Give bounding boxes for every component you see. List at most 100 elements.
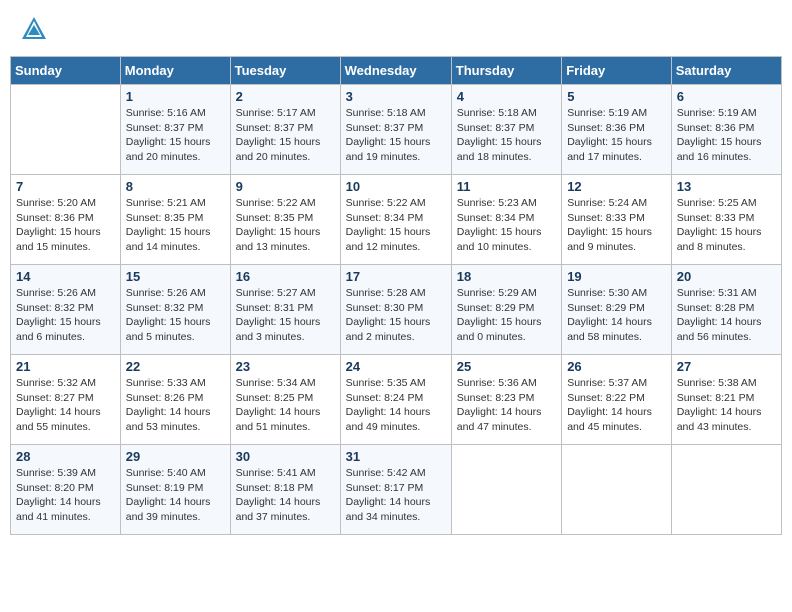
calendar-cell: 13Sunrise: 5:25 AM Sunset: 8:33 PM Dayli… bbox=[671, 175, 781, 265]
calendar-cell: 23 Sunrise: 5:34 AM Sunset: 8:25 PM Dayli… bbox=[230, 355, 340, 445]
day-info: Sunrise: 5:26 AM Sunset: 8:32 PM Dayligh… bbox=[126, 286, 225, 345]
calendar-week-row: 28Sunrise: 5:39 AM Sunset: 8:20 PM Dayli… bbox=[11, 445, 782, 535]
day-number: 30 bbox=[236, 449, 335, 464]
day-info: Sunrise: 5:40 AM Sunset: 8:19 PM Dayligh… bbox=[126, 466, 225, 525]
calendar-cell: 28Sunrise: 5:39 AM Sunset: 8:20 PM Dayli… bbox=[11, 445, 121, 535]
day-number: 3 bbox=[346, 89, 446, 104]
calendar-cell: 4 Sunrise: 5:18 AM Sunset: 8:37 PM Daylig… bbox=[451, 85, 561, 175]
calendar-cell: 11 Sunrise: 5:23 AM Sunset: 8:34 PM Dayli… bbox=[451, 175, 561, 265]
weekday-header-row: SundayMondayTuesdayWednesdayThursdayFrid… bbox=[11, 57, 782, 85]
calendar-cell: 17 Sunrise: 5:28 AM Sunset: 8:30 PM Dayli… bbox=[340, 265, 451, 355]
day-number: 4 bbox=[457, 89, 556, 104]
calendar-week-row: 1 Sunrise: 5:16 AM Sunset: 8:37 PM Daylig… bbox=[11, 85, 782, 175]
day-info: Sunrise: 5:19 AM Sunset: 8:36 PM Dayligh… bbox=[677, 106, 776, 165]
day-info: Sunrise: 5:37 AM Sunset: 8:22 PM Dayligh… bbox=[567, 376, 666, 435]
day-number: 18 bbox=[457, 269, 556, 284]
calendar-cell: 15Sunrise: 5:26 AM Sunset: 8:32 PM Dayli… bbox=[120, 265, 230, 355]
calendar-cell: 1 Sunrise: 5:16 AM Sunset: 8:37 PM Daylig… bbox=[120, 85, 230, 175]
day-info: Sunrise: 5:35 AM Sunset: 8:24 PM Dayligh… bbox=[346, 376, 446, 435]
day-number: 24 bbox=[346, 359, 446, 374]
calendar-week-row: 7 Sunrise: 5:20 AM Sunset: 8:36 PM Daylig… bbox=[11, 175, 782, 265]
day-number: 22 bbox=[126, 359, 225, 374]
day-number: 11 bbox=[457, 179, 556, 194]
weekday-header: Tuesday bbox=[230, 57, 340, 85]
calendar-cell bbox=[11, 85, 121, 175]
day-number: 9 bbox=[236, 179, 335, 194]
day-info: Sunrise: 5:22 AM Sunset: 8:35 PM Dayligh… bbox=[236, 196, 335, 255]
logo-icon bbox=[20, 15, 48, 43]
calendar-cell: 9 Sunrise: 5:22 AM Sunset: 8:35 PM Daylig… bbox=[230, 175, 340, 265]
day-number: 7 bbox=[16, 179, 115, 194]
calendar-cell: 12Sunrise: 5:24 AM Sunset: 8:33 PM Dayli… bbox=[562, 175, 672, 265]
calendar-cell bbox=[671, 445, 781, 535]
logo bbox=[20, 15, 52, 43]
calendar-cell: 26 Sunrise: 5:37 AM Sunset: 8:22 PM Dayli… bbox=[562, 355, 672, 445]
day-info: Sunrise: 5:33 AM Sunset: 8:26 PM Dayligh… bbox=[126, 376, 225, 435]
day-number: 23 bbox=[236, 359, 335, 374]
day-info: Sunrise: 5:19 AM Sunset: 8:36 PM Dayligh… bbox=[567, 106, 666, 165]
calendar-cell: 25Sunrise: 5:36 AM Sunset: 8:23 PM Dayli… bbox=[451, 355, 561, 445]
day-info: Sunrise: 5:18 AM Sunset: 8:37 PM Dayligh… bbox=[346, 106, 446, 165]
day-info: Sunrise: 5:21 AM Sunset: 8:35 PM Dayligh… bbox=[126, 196, 225, 255]
calendar-table: SundayMondayTuesdayWednesdayThursdayFrid… bbox=[10, 56, 782, 535]
calendar-cell: 27Sunrise: 5:38 AM Sunset: 8:21 PM Dayli… bbox=[671, 355, 781, 445]
day-info: Sunrise: 5:24 AM Sunset: 8:33 PM Dayligh… bbox=[567, 196, 666, 255]
day-number: 8 bbox=[126, 179, 225, 194]
day-number: 27 bbox=[677, 359, 776, 374]
calendar-cell: 24 Sunrise: 5:35 AM Sunset: 8:24 PM Dayli… bbox=[340, 355, 451, 445]
day-number: 19 bbox=[567, 269, 666, 284]
day-info: Sunrise: 5:31 AM Sunset: 8:28 PM Dayligh… bbox=[677, 286, 776, 345]
weekday-header: Friday bbox=[562, 57, 672, 85]
day-info: Sunrise: 5:16 AM Sunset: 8:37 PM Dayligh… bbox=[126, 106, 225, 165]
day-info: Sunrise: 5:32 AM Sunset: 8:27 PM Dayligh… bbox=[16, 376, 115, 435]
calendar-cell: 31 Sunrise: 5:42 AM Sunset: 8:17 PM Dayli… bbox=[340, 445, 451, 535]
calendar-week-row: 21 Sunrise: 5:32 AM Sunset: 8:27 PM Dayli… bbox=[11, 355, 782, 445]
calendar-cell: 10Sunrise: 5:22 AM Sunset: 8:34 PM Dayli… bbox=[340, 175, 451, 265]
calendar-cell: 22 Sunrise: 5:33 AM Sunset: 8:26 PM Dayli… bbox=[120, 355, 230, 445]
calendar-cell: 6 Sunrise: 5:19 AM Sunset: 8:36 PM Daylig… bbox=[671, 85, 781, 175]
day-number: 20 bbox=[677, 269, 776, 284]
day-number: 1 bbox=[126, 89, 225, 104]
day-info: Sunrise: 5:17 AM Sunset: 8:37 PM Dayligh… bbox=[236, 106, 335, 165]
day-info: Sunrise: 5:27 AM Sunset: 8:31 PM Dayligh… bbox=[236, 286, 335, 345]
weekday-header: Saturday bbox=[671, 57, 781, 85]
day-number: 14 bbox=[16, 269, 115, 284]
weekday-header: Wednesday bbox=[340, 57, 451, 85]
day-number: 13 bbox=[677, 179, 776, 194]
day-info: Sunrise: 5:26 AM Sunset: 8:32 PM Dayligh… bbox=[16, 286, 115, 345]
calendar-cell: 30Sunrise: 5:41 AM Sunset: 8:18 PM Dayli… bbox=[230, 445, 340, 535]
day-info: Sunrise: 5:42 AM Sunset: 8:17 PM Dayligh… bbox=[346, 466, 446, 525]
day-number: 25 bbox=[457, 359, 556, 374]
weekday-header: Thursday bbox=[451, 57, 561, 85]
day-info: Sunrise: 5:23 AM Sunset: 8:34 PM Dayligh… bbox=[457, 196, 556, 255]
calendar-cell: 14 Sunrise: 5:26 AM Sunset: 8:32 PM Dayli… bbox=[11, 265, 121, 355]
weekday-header: Monday bbox=[120, 57, 230, 85]
calendar-week-row: 14 Sunrise: 5:26 AM Sunset: 8:32 PM Dayli… bbox=[11, 265, 782, 355]
calendar-cell: 19 Sunrise: 5:30 AM Sunset: 8:29 PM Dayli… bbox=[562, 265, 672, 355]
weekday-header: Sunday bbox=[11, 57, 121, 85]
day-info: Sunrise: 5:28 AM Sunset: 8:30 PM Dayligh… bbox=[346, 286, 446, 345]
day-info: Sunrise: 5:18 AM Sunset: 8:37 PM Dayligh… bbox=[457, 106, 556, 165]
day-number: 29 bbox=[126, 449, 225, 464]
day-number: 17 bbox=[346, 269, 446, 284]
day-number: 5 bbox=[567, 89, 666, 104]
day-number: 21 bbox=[16, 359, 115, 374]
calendar-cell: 3 Sunrise: 5:18 AM Sunset: 8:37 PM Daylig… bbox=[340, 85, 451, 175]
calendar-cell: 8 Sunrise: 5:21 AM Sunset: 8:35 PM Daylig… bbox=[120, 175, 230, 265]
page-header bbox=[10, 10, 782, 48]
day-info: Sunrise: 5:22 AM Sunset: 8:34 PM Dayligh… bbox=[346, 196, 446, 255]
day-number: 31 bbox=[346, 449, 446, 464]
calendar-cell: 5 Sunrise: 5:19 AM Sunset: 8:36 PM Daylig… bbox=[562, 85, 672, 175]
day-number: 26 bbox=[567, 359, 666, 374]
calendar-cell: 16 Sunrise: 5:27 AM Sunset: 8:31 PM Dayli… bbox=[230, 265, 340, 355]
day-info: Sunrise: 5:34 AM Sunset: 8:25 PM Dayligh… bbox=[236, 376, 335, 435]
day-number: 6 bbox=[677, 89, 776, 104]
calendar-cell: 2Sunrise: 5:17 AM Sunset: 8:37 PM Daylig… bbox=[230, 85, 340, 175]
calendar-cell: 21 Sunrise: 5:32 AM Sunset: 8:27 PM Dayli… bbox=[11, 355, 121, 445]
calendar-cell: 20 Sunrise: 5:31 AM Sunset: 8:28 PM Dayli… bbox=[671, 265, 781, 355]
calendar-cell bbox=[451, 445, 561, 535]
day-info: Sunrise: 5:30 AM Sunset: 8:29 PM Dayligh… bbox=[567, 286, 666, 345]
day-info: Sunrise: 5:20 AM Sunset: 8:36 PM Dayligh… bbox=[16, 196, 115, 255]
day-number: 16 bbox=[236, 269, 335, 284]
day-info: Sunrise: 5:39 AM Sunset: 8:20 PM Dayligh… bbox=[16, 466, 115, 525]
